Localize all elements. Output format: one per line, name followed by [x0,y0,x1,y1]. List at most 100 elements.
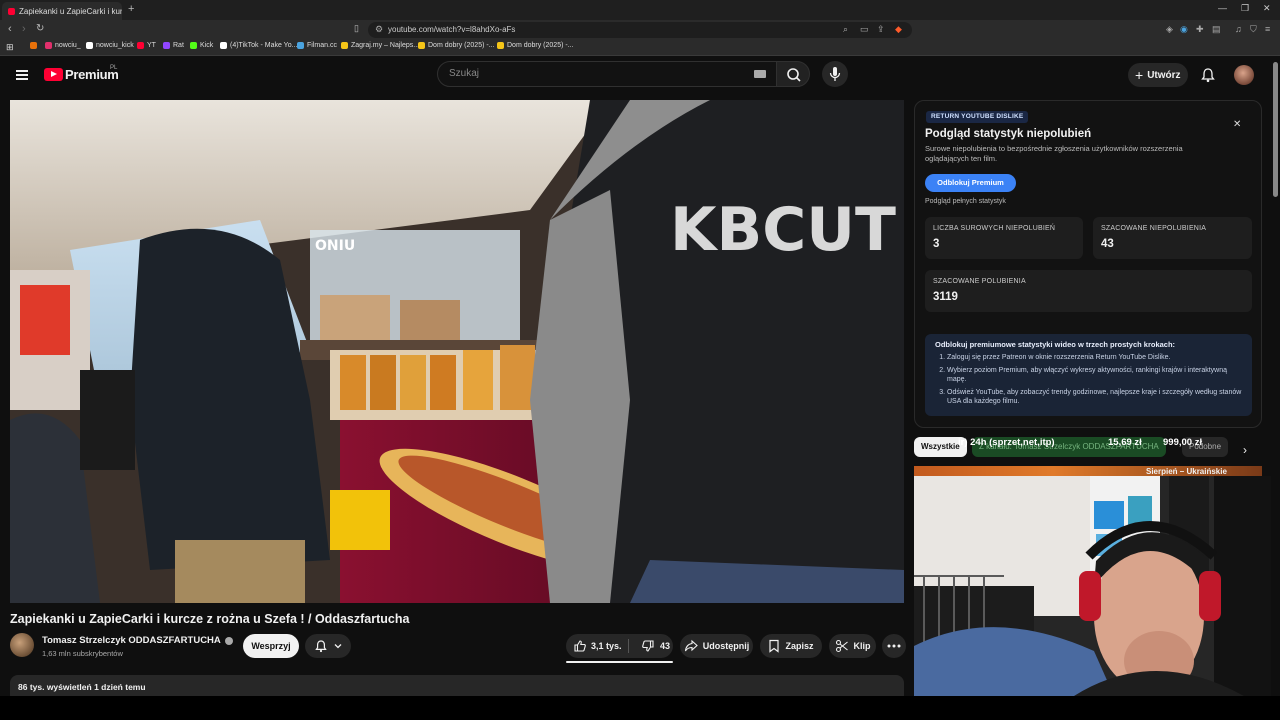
support-button[interactable]: Wesprzyj [243,634,299,658]
video-title: Zapiekanki u ZapieCarki i kurcze z rożna… [10,612,410,626]
screenshot-icon[interactable]: ▭ [860,24,869,35]
guide-menu-icon[interactable] [16,70,28,80]
stat-value: 3119 [933,291,958,303]
voice-search-button[interactable] [822,61,848,87]
address-bar[interactable]: youtube.com/watch?v=l8ahdXo-aFs [368,22,912,38]
menu-icon[interactable]: ≡ [1265,24,1270,34]
bookmark-label: nowciu_ [55,42,81,49]
ryd-description: Surowe niepolubienia to bezpośrednie zgł… [925,144,1183,163]
search-input[interactable]: Szukaj [437,61,777,87]
extensions-puzzle-icon[interactable]: ✚ [1196,24,1204,35]
search-icon [787,68,801,82]
search-button[interactable] [776,61,810,87]
channel-avatar[interactable] [10,633,34,657]
bookmark-item[interactable]: nowciu_ [45,42,81,49]
dislike-button[interactable]: 43 [633,639,670,653]
goal-item: ir) 24h (sprzet,net,itp) [958,437,1055,448]
bookmark-label: Zagraj.my – Najleps... [351,42,420,49]
brave-shield-icon[interactable]: ◆ [895,24,902,35]
like-button[interactable]: 3,1 tys. [573,639,628,653]
zagraj-icon [341,42,348,49]
more-horizontal-icon [887,644,901,648]
bookmark-item[interactable]: nowciu_kick [86,42,134,49]
jacket-text: KBCUT [670,195,896,265]
bookmark-item[interactable]: YT [137,42,156,49]
bookmark-favicon-icon [30,42,37,49]
step-item: Zaloguj się przez Patreon w oknie rozsze… [947,353,1242,362]
plus-icon: + [1135,67,1144,83]
notification-settings-button[interactable] [305,634,351,658]
related-video-title[interactable]: Sierpień – Ukraińskie [1146,467,1227,476]
extension-icon[interactable]: ◉ [1180,24,1188,35]
ryd-note: Podgląd pełnych statystyk [925,198,1006,205]
smiley-icon [497,42,504,49]
steps-list: Zaloguj się przez Patreon w oknie rozsze… [935,353,1242,406]
forward-icon[interactable]: › [22,23,26,35]
extension-icon[interactable]: ◈ [1166,24,1173,35]
stat-label: SZACOWANE NIEPOLUBIENIA [1101,225,1207,232]
microphone-icon [829,67,841,81]
sidebar-icon[interactable]: ▤ [1212,24,1221,35]
scrollbar-thumb[interactable] [1273,62,1278,197]
ryd-badge: RETURN YOUTUBE DISLIKE [926,111,1029,123]
maximize-icon[interactable]: ❐ [1241,3,1249,14]
site-info-icon[interactable]: ⚙ [375,24,383,35]
youtube-logo-icon[interactable] [44,68,63,81]
browser-tab[interactable]: Zapiekanki u ZapieCarki i kur ✕ [2,2,122,20]
unlock-premium-button[interactable]: Odblokuj Premium [925,174,1016,192]
dislike-count: 43 [660,641,671,651]
new-tab-icon[interactable]: + [128,3,134,15]
premium-steps-box: Odblokuj premiumowe statystyki wideo w t… [925,334,1252,416]
country-code: PL [110,65,118,71]
webcam-feed [914,476,1280,696]
zoom-icon[interactable]: ⌕ [843,24,848,35]
browser-tab-bar: Zapiekanki u ZapieCarki i kur ✕ + — ❐ ✕ [0,0,1280,20]
bookmark-label: nowciu_kick [96,42,134,49]
create-button[interactable]: + Utwórz [1128,63,1188,87]
media-icon[interactable]: ♫ [1235,24,1242,34]
share-page-icon[interactable]: ⇪ [877,24,885,35]
ryd-title: Podgląd statystyk niepolubień [925,128,1092,140]
bookmark-item[interactable] [30,42,37,49]
bookmark-item[interactable]: Zagraj.my – Najleps... [341,42,419,49]
bookmark-label: Kick [200,42,214,49]
video-player[interactable]: KBCUT ONIU [10,100,904,603]
apps-grid-icon[interactable]: ⊞ [6,42,14,53]
goal-amount: 15,69 zł [1108,437,1142,448]
save-button[interactable]: Zapisz [760,634,822,658]
scissors-icon [835,639,848,653]
like-dislike-group: 3,1 tys. 43 [566,634,673,658]
back-icon[interactable]: ‹ [8,23,12,35]
share-button[interactable]: Udostępnij [680,634,753,658]
thumbs-up-icon [574,640,586,652]
account-avatar[interactable] [1234,65,1254,85]
bookmark-save-icon [769,639,780,653]
bookmark-label: YT [147,42,156,49]
bookmark-item[interactable]: Dom dobry (2025) -... [497,42,574,49]
raw-dislikes-card: LICZBA SUROWYCH NIEPOLUBIEŃ 3 [925,217,1083,259]
video-frame: KBCUT ONIU [10,100,904,603]
bookmark-item[interactable]: Dom dobry (2025) -... [418,42,495,49]
close-window-icon[interactable]: ✕ [1263,3,1271,14]
keyboard-icon[interactable] [754,70,766,78]
chevron-right-icon[interactable]: › [1243,443,1247,457]
smiley-icon [418,42,425,49]
more-actions-button[interactable] [882,634,906,658]
clip-button[interactable]: Klip [829,634,876,658]
bookmark-item[interactable]: Rat [163,42,184,49]
taskbar [0,696,1280,720]
notifications-bell-icon[interactable] [1200,67,1216,83]
bookmark-label: (4)TikTok - Make Yo... [230,42,298,49]
reload-icon[interactable]: ↻ [36,23,44,34]
goal-target: 999,00 zł [1163,437,1203,448]
share-label: Udostępnij [702,641,750,651]
bookmark-label: Rat [173,42,184,49]
bookmark-icon[interactable]: ▯ [354,23,359,34]
minimize-icon[interactable]: — [1218,3,1227,13]
bookmark-item[interactable]: Filman.cc [297,42,337,49]
close-icon[interactable]: ✕ [1233,119,1241,130]
vpn-icon[interactable]: ⛉ [1250,24,1257,35]
bookmark-item[interactable]: (4)TikTok - Make Yo... [220,42,297,49]
bookmark-item[interactable]: Kick [190,42,213,49]
channel-name[interactable]: Tomasz Strzelczyk ODDASZFARTUCHA [42,635,233,646]
